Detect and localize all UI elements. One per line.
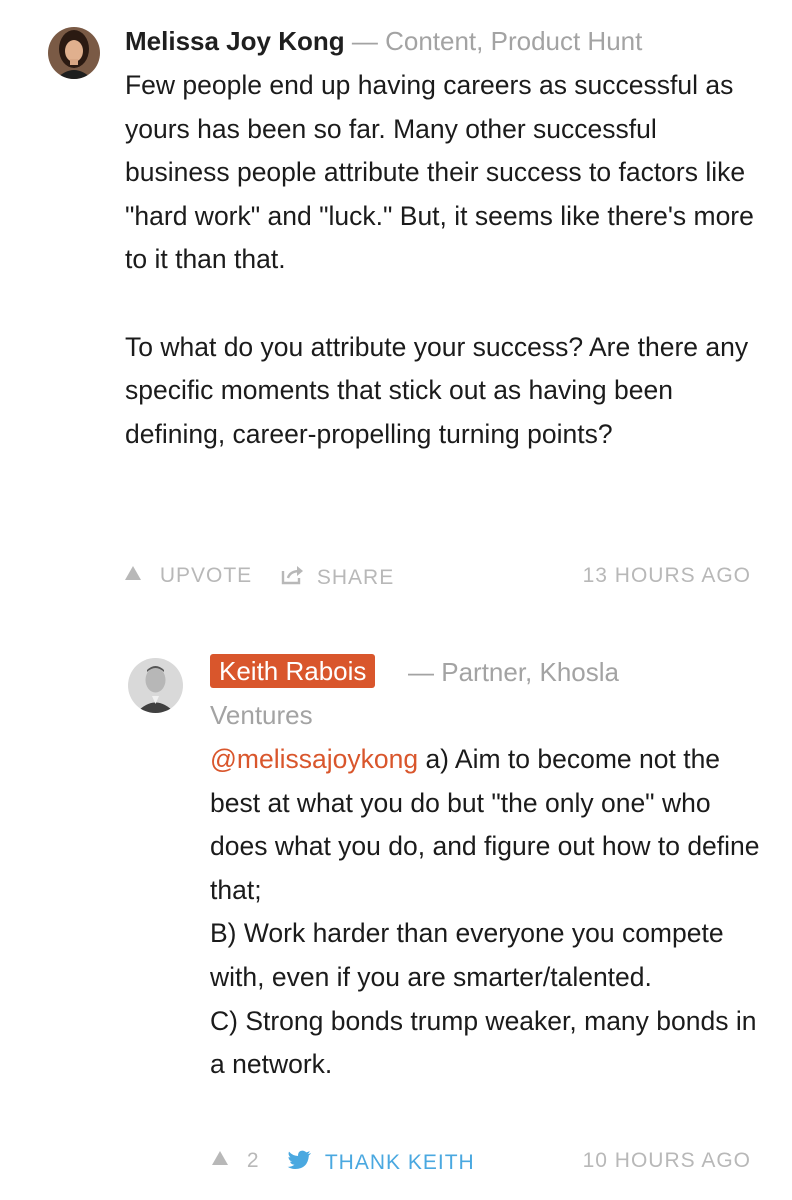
author-name[interactable]: Melissa Joy Kong [125,26,345,56]
author-role-line1: Partner, Khosla [441,657,620,687]
comment-paragraph: Few people end up having careers as succ… [125,70,754,275]
mention-link[interactable]: @melissajoykong [210,744,418,774]
thank-button[interactable]: THANK KEITH [287,1149,475,1177]
upvote-arrow-icon [123,564,143,588]
author-separator: — [351,26,378,56]
comment-line: C) Strong bonds trump weaker, many bonds… [210,1005,757,1080]
comment-paragraph: To what do you attribute your success? A… [125,331,749,449]
avatar[interactable] [128,658,183,713]
author-name[interactable]: Keith Rabois [210,654,376,688]
twitter-bird-icon [287,1149,313,1177]
author-role: Content, Product Hunt [385,26,643,56]
share-icon [280,564,306,592]
upvote-count: 2 [246,1149,260,1172]
comment-body: @melissajoykong a) Aim to become not the… [210,738,770,1087]
upvote-button[interactable]: 2 [210,1149,260,1173]
upvote-arrow-icon [210,1149,230,1173]
share-label: SHARE [316,565,395,589]
thank-label: THANK KEITH [324,1150,475,1174]
share-button[interactable]: SHARE [280,564,394,592]
timestamp[interactable]: 10 HOURS AGO [583,1149,751,1173]
comment-line: B) Work harder than everyone you compete… [210,918,724,992]
avatar[interactable] [48,27,100,79]
comment-header: Melissa Joy Kong — Content, Product Hunt [125,24,642,58]
upvote-label: UPVOTE [159,564,253,587]
comment-body: Few people end up having careers as succ… [125,64,755,456]
author-role-line2: Ventures [210,700,313,730]
author-separator: — [408,657,434,687]
timestamp[interactable]: 13 HOURS AGO [583,564,751,588]
author-role: — Partner, Khosla [408,655,619,689]
upvote-button[interactable]: UPVOTE [123,564,252,588]
comment-line: @melissajoykong a) Aim to become not the… [210,738,770,912]
